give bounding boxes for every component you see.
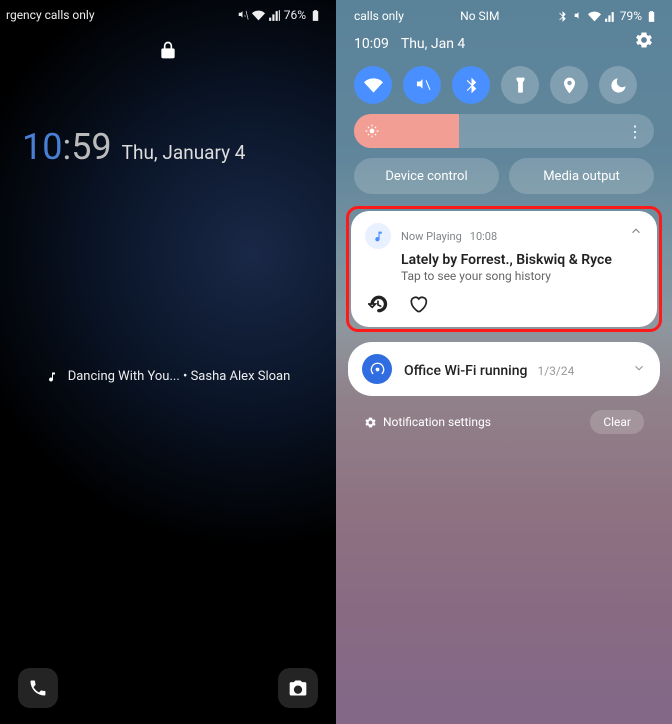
now-playing-meta: Now Playing 10:08 <box>401 230 497 243</box>
clear-button[interactable]: Clear <box>590 410 644 434</box>
clock-row: 10:59 Thu, January 4 <box>22 126 336 168</box>
brightness-slider[interactable]: ⋮ <box>354 114 654 148</box>
moon-icon <box>609 76 628 95</box>
music-note-icon <box>372 230 385 243</box>
status-bar: rgency calls only 76% <box>0 0 336 24</box>
signal-icon <box>268 9 281 22</box>
collapse-button[interactable] <box>629 223 643 242</box>
chevron-down-icon <box>632 361 646 375</box>
now-playing-actions <box>365 291 643 317</box>
notification-settings-link[interactable]: Notification settings <box>364 415 491 429</box>
brightness-more-icon[interactable]: ⋮ <box>627 122 643 141</box>
now-playing-app-icon <box>365 223 391 249</box>
now-playing-app-name: Now Playing <box>401 230 462 243</box>
qs-bluetooth[interactable] <box>452 66 490 104</box>
favorite-button[interactable] <box>405 291 431 317</box>
gear-small-icon <box>364 416 377 429</box>
notification-settings-label: Notification settings <box>383 415 491 429</box>
qs-wifi[interactable] <box>354 66 392 104</box>
mute-icon <box>413 76 432 95</box>
carrier-text: calls only <box>354 9 404 23</box>
notification-shade-phone: calls only No SIM 79% 10:09 Thu, Jan 4 <box>336 0 672 724</box>
history-icon <box>368 294 388 314</box>
chevron-up-icon <box>629 224 643 238</box>
mute-icon <box>572 10 585 23</box>
quick-settings-row <box>336 62 672 114</box>
header-left: 10:09 Thu, Jan 4 <box>354 33 465 52</box>
wifi-notification-card[interactable]: Office Wi-Fi running 1/3/24 <box>348 342 660 396</box>
now-playing-title: Lately by Forrest., Biskwiq & Ryce <box>401 252 643 268</box>
media-output-button[interactable]: Media output <box>509 158 654 194</box>
lock-icon <box>0 38 336 62</box>
control-buttons-row: Device control Media output <box>336 158 672 206</box>
now-playing-lockscreen[interactable]: Dancing With You... • Sasha Alex Sloan <box>0 369 336 384</box>
now-playing-time: 10:08 <box>470 230 497 243</box>
clock-time: 10:59 <box>22 126 112 168</box>
brightness-fill <box>354 114 459 148</box>
mute-icon <box>236 9 249 22</box>
music-text: Dancing With You... • Sasha Alex Sloan <box>68 369 291 384</box>
camera-icon <box>288 678 308 698</box>
wifi-icon <box>588 10 601 23</box>
highlighted-notification: Now Playing 10:08 Lately by Forrest., Bi… <box>346 206 662 332</box>
heart-icon <box>408 294 428 314</box>
status-bar: calls only No SIM 79% <box>336 0 672 24</box>
battery-text: 79% <box>620 9 642 23</box>
wifi-text-group: Office Wi-Fi running 1/3/24 <box>404 360 574 379</box>
header-time: 10:09 <box>354 36 389 52</box>
camera-shortcut[interactable] <box>278 668 318 708</box>
qs-mute[interactable] <box>403 66 441 104</box>
phone-icon <box>28 678 48 698</box>
wifi-badge-icon <box>370 362 385 377</box>
clock-date: Thu, January 4 <box>122 141 246 164</box>
shade-header: 10:09 Thu, Jan 4 <box>336 24 672 62</box>
qs-flashlight[interactable] <box>501 66 539 104</box>
footer-row: Notification settings Clear <box>346 408 662 436</box>
now-playing-card[interactable]: Now Playing 10:08 Lately by Forrest., Bi… <box>351 211 657 327</box>
sun-icon <box>365 124 379 138</box>
history-button[interactable] <box>365 291 391 317</box>
battery-icon <box>309 9 322 22</box>
wifi-app-icon <box>362 354 392 384</box>
lockscreen-phone: rgency calls only 76% 10:59 Thu, January… <box>0 0 336 724</box>
location-icon <box>560 76 579 95</box>
device-control-button[interactable]: Device control <box>354 158 499 194</box>
music-note-icon <box>46 371 58 383</box>
bluetooth-icon <box>556 10 569 23</box>
carrier-text: rgency calls only <box>6 8 95 22</box>
wifi-title: Office Wi-Fi running <box>404 363 527 379</box>
bluetooth-icon <box>462 76 481 95</box>
flashlight-icon <box>511 76 530 95</box>
now-playing-subtitle: Tap to see your song history <box>401 269 643 283</box>
clock-minute: 59 <box>71 126 111 168</box>
battery-icon <box>645 10 658 23</box>
header-date: Thu, Jan 4 <box>401 36 465 52</box>
wifi-date: 1/3/24 <box>537 364 574 378</box>
qs-location[interactable] <box>550 66 588 104</box>
settings-button[interactable] <box>634 30 654 54</box>
wifi-icon <box>252 9 265 22</box>
gear-icon <box>634 30 654 50</box>
lockscreen-dock <box>0 668 336 708</box>
wifi-icon <box>364 76 383 95</box>
status-icons: 76% <box>236 8 322 22</box>
sim-text: No SIM <box>460 9 499 23</box>
qs-dnd[interactable] <box>599 66 637 104</box>
notifications-area: Now Playing 10:08 Lately by Forrest., Bi… <box>336 206 672 436</box>
status-icons: 79% <box>556 9 658 23</box>
clock-hour: 10 <box>22 126 62 168</box>
expand-button[interactable] <box>632 360 646 379</box>
phone-shortcut[interactable] <box>18 668 58 708</box>
signal-icon <box>604 10 617 23</box>
battery-text: 76% <box>284 8 306 22</box>
